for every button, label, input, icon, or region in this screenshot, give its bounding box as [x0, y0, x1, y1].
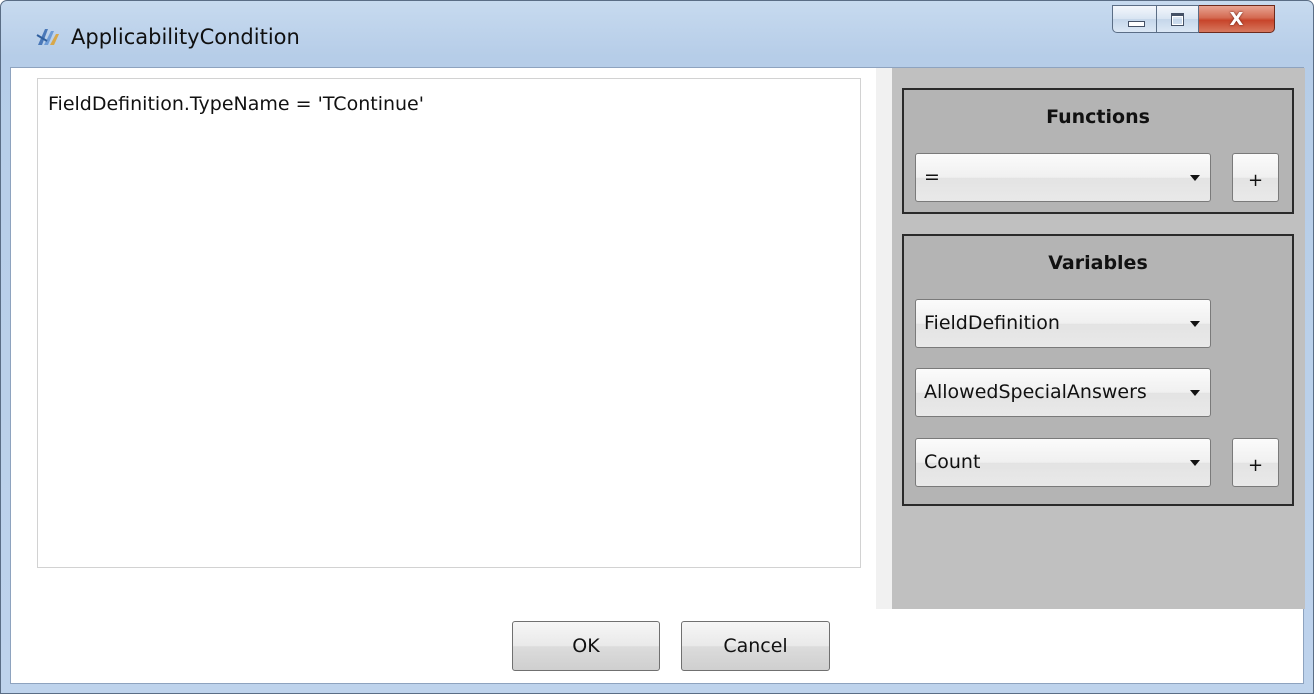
add-function-button[interactable]: +	[1232, 153, 1279, 202]
window-title: ApplicabilityCondition	[71, 25, 300, 49]
functions-dropdown-value: =	[924, 166, 940, 188]
variable-dropdown-1[interactable]: FieldDefinition	[915, 299, 1211, 348]
close-icon: X	[1229, 8, 1244, 30]
variable-dropdown-2[interactable]: AllowedSpecialAnswers	[915, 368, 1211, 417]
variable-dropdown-3[interactable]: Count	[915, 438, 1211, 487]
functions-dropdown[interactable]: =	[915, 153, 1211, 202]
condition-text: FieldDefinition.TypeName = 'TContinue'	[48, 93, 424, 115]
chevron-down-icon	[1190, 390, 1200, 396]
panel-splitter[interactable]	[876, 68, 892, 609]
variables-group: Variables FieldDefinition AllowedSpecial…	[902, 234, 1294, 506]
variables-title: Variables	[1048, 252, 1148, 274]
title-bar[interactable]: ApplicabilityCondition X	[1, 1, 1313, 67]
caption-buttons: X	[1112, 5, 1275, 33]
dialog-window: ApplicabilityCondition X FieldDefinition…	[0, 0, 1314, 694]
chevron-down-icon	[1190, 175, 1200, 181]
add-variable-button[interactable]: +	[1232, 438, 1279, 487]
condition-editor[interactable]: FieldDefinition.TypeName = 'TContinue'	[37, 78, 861, 568]
expression-builder-panel: Functions = + Variables FieldDefinition …	[892, 68, 1305, 609]
maximize-button[interactable]	[1157, 5, 1199, 33]
dialog-content: FieldDefinition.TypeName = 'TContinue' F…	[10, 67, 1305, 684]
variable-dropdown-value: Count	[924, 451, 981, 473]
variable-dropdown-value: FieldDefinition	[924, 312, 1060, 334]
ok-button[interactable]: OK	[512, 621, 660, 671]
variable-dropdown-value: AllowedSpecialAnswers	[924, 381, 1147, 403]
chevron-down-icon	[1190, 460, 1200, 466]
applicability-condition-icon	[35, 25, 61, 49]
close-button[interactable]: X	[1199, 5, 1275, 33]
cancel-button[interactable]: Cancel	[681, 621, 830, 671]
chevron-down-icon	[1190, 321, 1200, 327]
functions-title: Functions	[1046, 106, 1150, 128]
functions-group: Functions = +	[902, 88, 1294, 214]
minimize-button[interactable]	[1112, 5, 1157, 33]
